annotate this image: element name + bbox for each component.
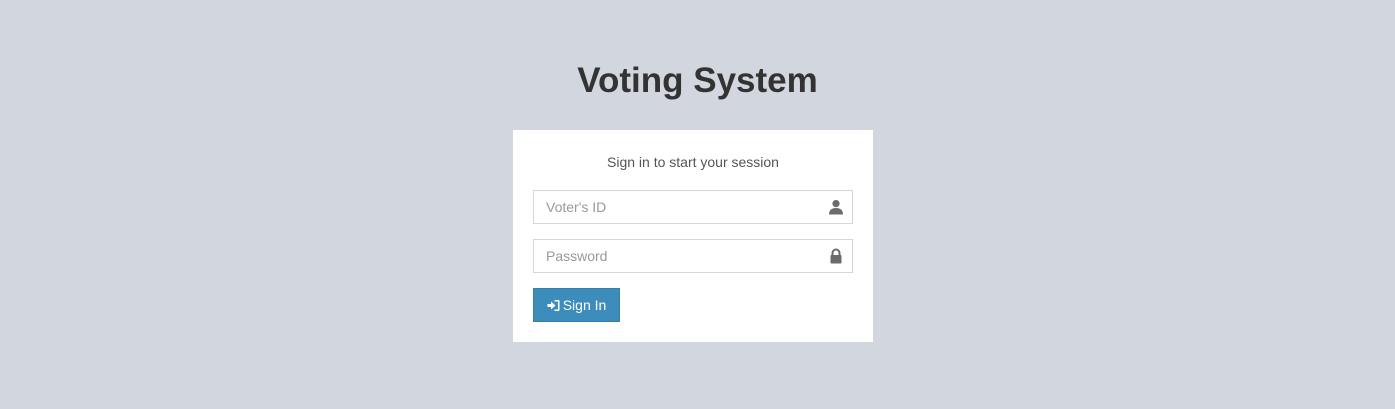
voter-id-group (533, 190, 853, 224)
user-icon (828, 199, 844, 215)
login-form: Sign In (533, 190, 853, 322)
password-input[interactable] (533, 239, 853, 273)
password-group (533, 239, 853, 273)
lock-icon (828, 248, 844, 264)
login-page: Voting System Sign in to start your sess… (0, 0, 1395, 409)
sign-in-icon (547, 299, 560, 312)
app-title: Voting System (577, 61, 818, 100)
sign-in-label: Sign In (562, 297, 607, 313)
sign-in-button[interactable]: Sign In (533, 288, 620, 322)
voter-id-input[interactable] (533, 190, 853, 224)
login-box: Sign in to start your session Voter's ID… (513, 130, 873, 342)
login-message: Sign in to start your session (607, 154, 779, 170)
